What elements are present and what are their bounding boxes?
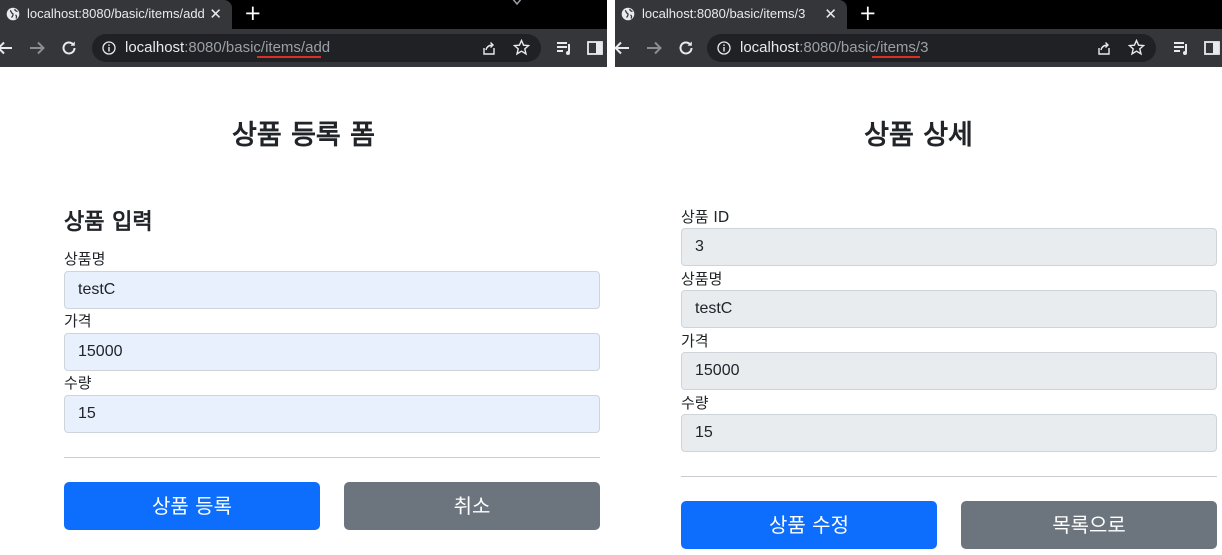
url-host: localhost	[125, 39, 185, 56]
url-text: localhost:8080/basic/items/add	[125, 39, 330, 56]
tab-title: localhost:8080/basic/items/3	[642, 6, 806, 21]
url-text: localhost:8080/basic/items/3	[740, 39, 928, 56]
side-panel-icon[interactable]	[586, 39, 604, 57]
side-panel-icon[interactable]	[1203, 39, 1221, 57]
page-title: 상품 상세	[864, 120, 973, 151]
item-name-label: 상품명	[64, 250, 106, 268]
arrow-left-icon[interactable]	[0, 39, 14, 57]
url-path: :8080/basic/items/add	[184, 39, 331, 56]
url-highlight-underline	[872, 56, 920, 58]
quantity-input[interactable]: 15	[64, 395, 600, 433]
plus-icon[interactable]: +	[859, 1, 877, 25]
section-title: 상품 입력	[64, 210, 153, 235]
submit-item-button[interactable]: 상품 등록	[64, 482, 320, 530]
reading-list-icon[interactable]	[1172, 39, 1190, 57]
price-field: 15000	[681, 352, 1217, 390]
tab-strip: localhost:8080/basic/items/3 ✕ +	[615, 0, 1222, 29]
info-icon[interactable]	[102, 41, 116, 55]
divider	[64, 457, 600, 458]
tab-strip: localhost:8080/basic/items/add ✕ +	[0, 0, 607, 29]
star-icon[interactable]	[513, 39, 530, 56]
arrow-left-icon[interactable]	[615, 39, 631, 57]
back-to-list-button[interactable]: 목록으로	[961, 501, 1217, 549]
price-input[interactable]: 15000	[64, 333, 600, 371]
divider	[681, 476, 1217, 477]
address-bar[interactable]: localhost:8080/basic/items/add	[92, 34, 541, 62]
url-path: :8080/basic/items/3	[799, 39, 929, 56]
close-icon[interactable]: ✕	[209, 5, 222, 23]
arrow-right-icon[interactable]	[28, 39, 46, 57]
reading-list-icon[interactable]	[555, 39, 573, 57]
close-icon[interactable]: ✕	[824, 5, 837, 23]
chevron-down-icon[interactable]	[510, 0, 524, 8]
edit-item-button[interactable]: 상품 수정	[681, 501, 937, 549]
browser-toolbar: localhost:8080/basic/items/3	[615, 29, 1222, 67]
quantity-label: 수량	[64, 374, 92, 392]
item-name-input[interactable]: testC	[64, 271, 600, 309]
plus-icon[interactable]: +	[244, 1, 262, 25]
item-name-field: testC	[681, 290, 1217, 328]
page-title: 상품 등록 폼	[232, 120, 375, 151]
price-label: 가격	[64, 312, 92, 330]
reload-icon[interactable]	[60, 39, 78, 57]
item-name-label: 상품명	[681, 270, 723, 288]
browser-tab[interactable]: localhost:8080/basic/items/add ✕	[0, 0, 232, 29]
share-icon[interactable]	[481, 40, 497, 56]
arrow-right-icon[interactable]	[645, 39, 663, 57]
url-host: localhost	[740, 39, 800, 56]
item-id-label: 상품 ID	[681, 208, 730, 226]
globe-icon	[6, 7, 20, 21]
reload-icon[interactable]	[677, 39, 695, 57]
browser-toolbar: localhost:8080/basic/items/add	[0, 29, 607, 67]
quantity-field: 15	[681, 414, 1217, 452]
item-id-field: 3	[681, 228, 1217, 266]
tab-title: localhost:8080/basic/items/add	[27, 6, 205, 21]
price-label: 가격	[681, 332, 709, 350]
address-bar[interactable]: localhost:8080/basic/items/3	[707, 34, 1156, 62]
window-gap	[607, 0, 615, 555]
cancel-button[interactable]: 취소	[344, 482, 600, 530]
globe-icon	[621, 7, 635, 21]
browser-window-add-form: localhost:8080/basic/items/add ✕ + local…	[0, 0, 607, 555]
star-icon[interactable]	[1128, 39, 1145, 56]
browser-tab[interactable]: localhost:8080/basic/items/3 ✕	[615, 0, 847, 29]
url-highlight-underline	[257, 56, 321, 58]
share-icon[interactable]	[1096, 40, 1112, 56]
info-icon[interactable]	[717, 41, 731, 55]
browser-window-item-detail: localhost:8080/basic/items/3 ✕ + localho…	[615, 0, 1222, 555]
quantity-label: 수량	[681, 394, 709, 412]
